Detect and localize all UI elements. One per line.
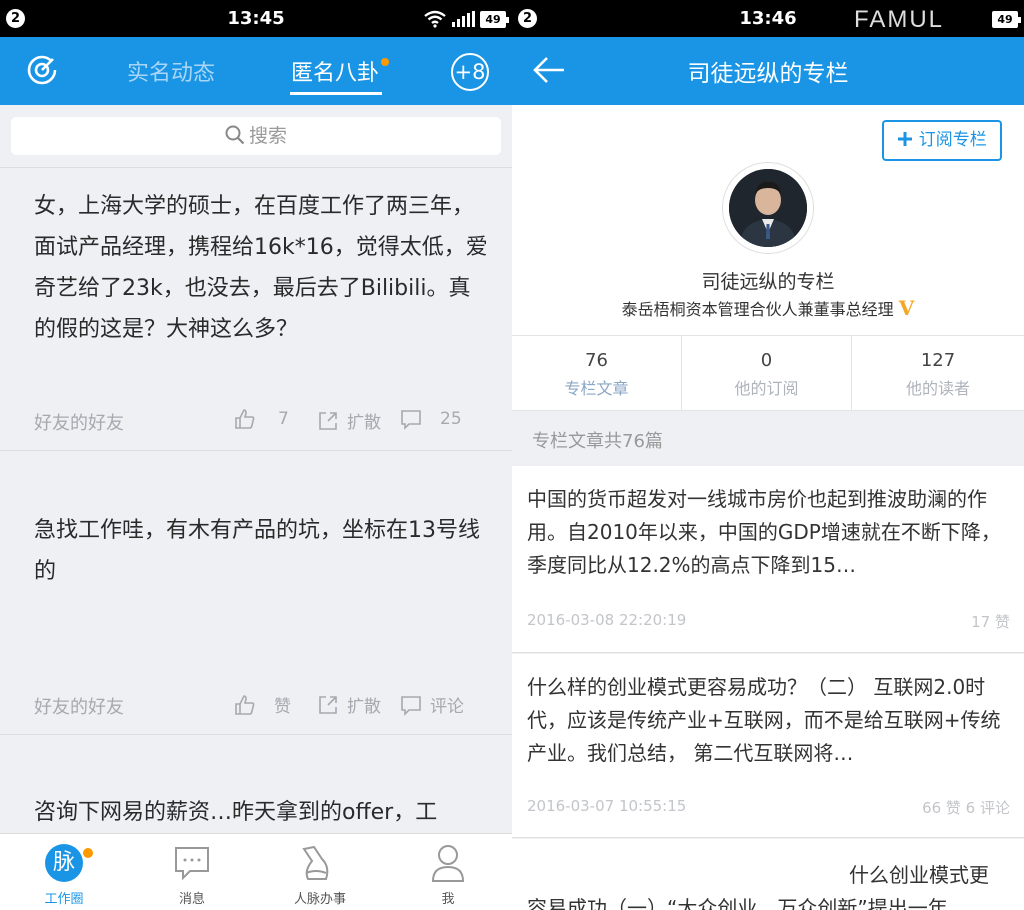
tab-work-circle[interactable]: 脉 工作圈 — [0, 834, 128, 910]
status-bar: 2 13:45 49 — [0, 0, 512, 37]
plus-button[interactable]: +8 — [451, 53, 489, 91]
tab-me[interactable]: 我 — [384, 834, 512, 910]
left-screen: 2 13:45 49 实名动态 匿名八卦 +8 搜索 女，上海大学的硕士，在百度… — [0, 0, 512, 910]
stat-label: 专栏文章 — [564, 379, 629, 398]
post-source: 好友的好友 — [34, 413, 124, 434]
comment-count: 25 — [440, 409, 462, 429]
search-area: 搜索 — [0, 105, 512, 168]
article-text-continued: 容易成功（一）“大众创业，万众创新”提出一年 — [527, 896, 948, 910]
battery-icon: 49 — [992, 10, 1021, 28]
search-placeholder: 搜索 — [248, 125, 287, 147]
column-subtitle-text: 泰岳梧桐资本管理合伙人兼董事总经理 — [621, 300, 894, 319]
comment-icon — [401, 695, 421, 716]
column-profile: 订阅专栏 司徒远纵的专栏 泰岳梧桐资本管理合伙人兼董事总经理 V — [512, 105, 1024, 335]
share-button[interactable]: 扩散 — [317, 692, 381, 717]
mai-logo-icon: 脉 — [45, 844, 83, 882]
tab-real-name[interactable]: 实名动态 — [127, 55, 215, 87]
comment-button[interactable]: 25 — [400, 408, 462, 430]
status-icons: 49 — [992, 8, 1021, 30]
status-time: 13:46 — [739, 8, 797, 29]
battery-icon: 49 — [480, 10, 509, 28]
tab-connections[interactable]: 人脉办事 — [256, 834, 384, 910]
new-dot — [381, 58, 389, 66]
stat-readers[interactable]: 127 他的读者 — [852, 336, 1024, 412]
top-nav-bar: 实名动态 匿名八卦 +8 — [0, 37, 512, 105]
article-item[interactable]: 什么样的创业模式更容易成功？（二） 互联网2.0时代，应该是传统产业+互联网，而… — [512, 654, 1024, 838]
share-icon — [319, 695, 337, 714]
feed-post[interactable]: 女，上海大学的硕士，在百度工作了两三年，面试产品经理，携程给16k*16，觉得太… — [0, 168, 512, 451]
article-item[interactable]: 中国的货币超发对一线城市房价也起到推波助澜的作用。自2010年以来，中国的GDP… — [512, 466, 1024, 653]
post-text: 女，上海大学的硕士，在百度工作了两三年，面试产品经理，携程给16k*16，觉得太… — [34, 194, 488, 342]
thumbs-up-icon — [235, 694, 255, 715]
article-meta: 17 赞 — [971, 613, 1010, 631]
new-dot — [83, 848, 93, 858]
verified-badge: V — [898, 296, 915, 320]
active-tab-indicator — [290, 92, 382, 95]
thumbs-up-icon — [235, 409, 255, 429]
like-button[interactable]: 7 — [234, 408, 289, 430]
like-label: 赞 — [274, 697, 291, 717]
avatar[interactable] — [722, 162, 814, 254]
post-source: 好友的好友 — [34, 697, 124, 718]
stat-label: 他的读者 — [905, 379, 970, 398]
signal-icon — [452, 11, 475, 27]
column-name: 司徒远纵的专栏 — [701, 271, 835, 293]
bottom-tab-bar: 脉 工作圈 消息 人脉办事 我 — [0, 833, 512, 910]
avatar-photo — [729, 169, 807, 247]
like-count: 7 — [278, 409, 289, 429]
plus-icon — [898, 132, 913, 146]
article-date: 2016-03-08 22:20:19 — [527, 611, 687, 629]
share-button[interactable]: 扩散 — [317, 408, 381, 433]
stat-value: 127 — [920, 350, 956, 371]
post-text: 急找工作哇，有木有产品的坑，坐标在13号线的 — [34, 518, 480, 584]
stat-articles[interactable]: 76 专栏文章 — [512, 336, 682, 412]
tab-label: 人脉办事 — [293, 892, 346, 907]
search-input[interactable]: 搜索 — [11, 117, 501, 155]
person-photo-icon — [729, 169, 807, 247]
status-icons: 49 — [423, 8, 509, 30]
watermark: FAMUL — [853, 6, 944, 33]
tab-label: 消息 — [178, 892, 205, 907]
column-subtitle: 泰岳梧桐资本管理合伙人兼董事总经理 V — [512, 296, 1024, 320]
article-text: 什么创业模式更 — [849, 863, 989, 887]
right-screen: 2 13:46 FAMUL 49 司徒远纵的专栏 订阅专栏 司徒远纵的专栏 泰岳… — [512, 0, 1024, 910]
search-icon — [225, 125, 245, 145]
stat-value: 0 — [760, 350, 773, 371]
feed-post[interactable]: 急找工作哇，有木有产品的坑，坐标在13号线的 好友的好友 赞 扩散 评论 — [0, 452, 512, 735]
post-text: 咨询下网易的薪资…昨天拿到的offer，工 — [34, 800, 438, 825]
tab-messages[interactable]: 消息 — [128, 834, 256, 910]
stat-value: 76 — [585, 350, 608, 371]
comment-button[interactable]: 评论 — [400, 692, 464, 717]
comment-icon — [401, 410, 421, 430]
tab-anonymous[interactable]: 匿名八卦 — [291, 55, 379, 87]
tab-label: 工作圈 — [44, 892, 84, 907]
top-nav-bar: 司徒远纵的专栏 — [512, 37, 1024, 105]
article-text: 中国的货币超发对一线城市房价也起到推波助澜的作用。自2010年以来，中国的GDP… — [527, 487, 1001, 577]
stats-bar: 76 专栏文章 0 他的订阅 127 他的读者 — [512, 335, 1024, 412]
share-label: 扩散 — [347, 413, 381, 433]
stat-label: 他的订阅 — [734, 379, 799, 398]
article-text: 什么样的创业模式更容易成功？（二） 互联网2.0时代，应该是传统产业+互联网，而… — [527, 675, 1001, 765]
wifi-icon — [424, 10, 446, 28]
tab-label: 我 — [441, 892, 455, 907]
status-bar: 2 13:46 FAMUL 49 — [512, 0, 1024, 37]
like-button[interactable]: 赞 — [234, 692, 291, 717]
stat-subscriptions[interactable]: 0 他的订阅 — [682, 336, 852, 412]
radar-icon[interactable] — [25, 53, 59, 87]
page-title: 司徒远纵的专栏 — [687, 61, 849, 87]
article-meta: 66 赞 6 评论 — [922, 799, 1010, 817]
comment-label: 评论 — [430, 697, 464, 717]
chat-bubble-icon — [175, 847, 209, 881]
glass-icon — [302, 845, 329, 880]
section-header: 专栏文章共76篇 — [512, 411, 1024, 466]
article-item[interactable]: 什么创业模式更 容易成功（一）“大众创业，万众创新”提出一年 — [512, 839, 1024, 910]
article-date: 2016-03-07 10:55:15 — [527, 797, 687, 815]
share-icon — [319, 411, 337, 430]
share-label: 扩散 — [347, 697, 381, 717]
subscribe-label: 订阅专栏 — [918, 130, 987, 150]
person-icon — [431, 845, 465, 882]
subscribe-button[interactable]: 订阅专栏 — [882, 120, 1002, 161]
